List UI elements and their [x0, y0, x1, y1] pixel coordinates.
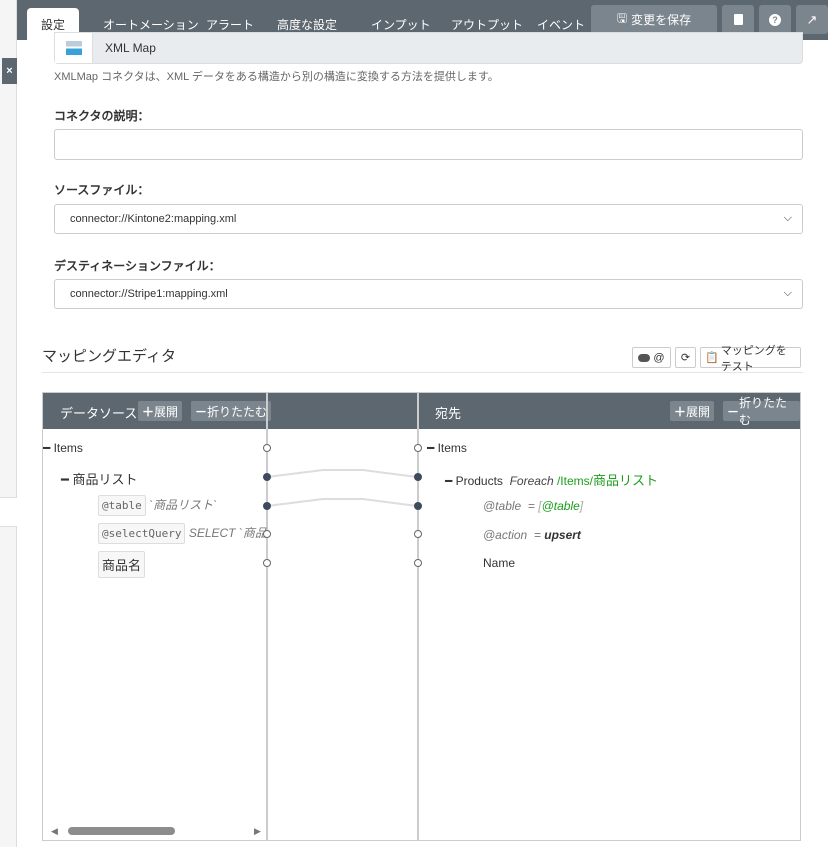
delete-button[interactable]	[722, 5, 754, 34]
side-panel-edge: ×	[0, 0, 17, 847]
divider	[42, 372, 803, 373]
mapping-connection[interactable]	[266, 498, 418, 507]
chevron-down-icon: ⌵	[783, 287, 792, 299]
scroll-right-icon[interactable]: ▶	[254, 826, 261, 837]
toggle-icon	[638, 353, 651, 362]
scroll-left-icon[interactable]: ◀	[51, 826, 58, 837]
close-panel-button[interactable]: ×	[2, 58, 17, 84]
dest-anchor-items[interactable]	[414, 444, 422, 452]
dest-anchor-action[interactable]	[414, 530, 422, 538]
destination-file-label: デスティネーションファイル：	[54, 259, 221, 273]
save-button[interactable]: 🖫 変更を保存	[591, 5, 717, 34]
description-textarea[interactable]	[54, 129, 803, 160]
connector-name: XML Map	[105, 41, 156, 55]
connector-description: XMLMap コネクタは、XML データをある構造から別の構造に変換する方法を提…	[54, 71, 499, 83]
scrollbar-thumb[interactable]	[68, 827, 175, 835]
description-label: コネクタの説明：	[54, 109, 150, 123]
horizontal-scrollbar[interactable]: ◀ ▶	[51, 826, 261, 836]
mapping-connection[interactable]	[266, 469, 418, 478]
help-icon: ?	[769, 13, 781, 26]
refresh-button[interactable]: ⟳	[675, 347, 696, 368]
mapping-editor: データソース ＋展開 －折りたたむ 宛先 ＋展開 －折りたたむ ━ Items …	[42, 392, 801, 841]
side-panel-item	[0, 497, 17, 527]
clipboard-icon: 📋	[705, 352, 719, 364]
source-anchor-items[interactable]	[263, 444, 271, 452]
dest-anchor-products[interactable]	[414, 473, 422, 481]
source-anchor-name[interactable]	[263, 559, 271, 567]
connector-type: XML Map	[54, 32, 803, 64]
source-anchor-table[interactable]	[263, 502, 271, 510]
source-file-label: ソースファイル：	[54, 183, 150, 197]
xml-map-icon	[55, 33, 93, 63]
mapping-editor-title: マッピングエディタ	[42, 348, 176, 365]
source-file-select[interactable]: connector://Kintone2:mapping.xml ⌵	[54, 204, 803, 234]
dest-anchor-name[interactable]	[414, 559, 422, 567]
trash-icon	[733, 14, 743, 25]
test-mapping-button[interactable]: 📋 マッピングをテスト	[700, 345, 801, 373]
attribute-toggle-button[interactable]: @	[632, 347, 671, 368]
source-anchor-list[interactable]	[263, 473, 271, 481]
source-anchor-query[interactable]	[263, 530, 271, 538]
help-button[interactable]: ?	[759, 5, 791, 34]
mapping-lines	[263, 444, 422, 567]
destination-file-select[interactable]: connector://Stripe1:mapping.xml ⌵	[54, 279, 803, 309]
open-external-button[interactable]: ↗	[796, 5, 828, 34]
dest-anchor-table[interactable]	[414, 502, 422, 510]
save-icon: 🖫	[616, 11, 628, 25]
chevron-down-icon: ⌵	[783, 212, 792, 224]
refresh-icon: ⟳	[680, 352, 691, 364]
external-link-icon: ↗	[806, 11, 818, 27]
settings-panel: XML Map XMLMap コネクタは、XML データをある構造から別の構造に…	[17, 32, 828, 847]
